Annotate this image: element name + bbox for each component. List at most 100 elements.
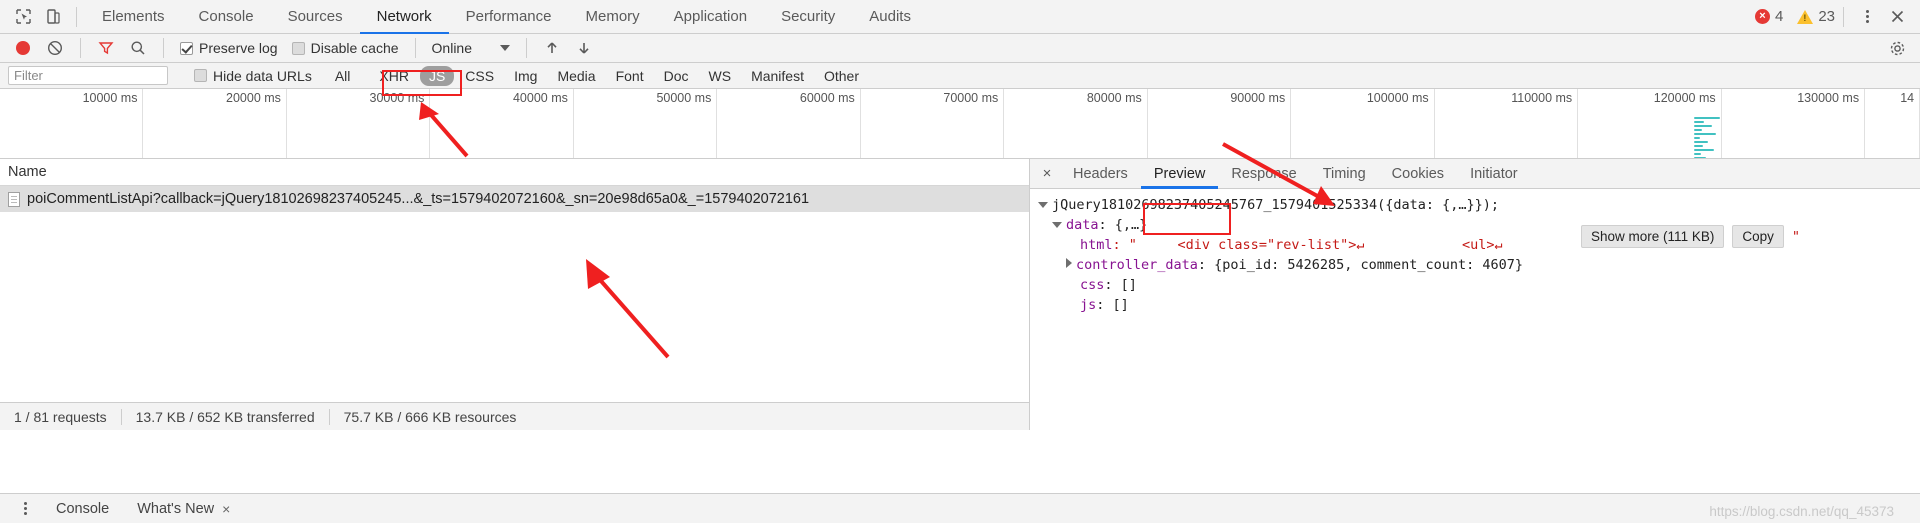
filter-icon[interactable] [91, 33, 121, 63]
filter-chip-other[interactable]: Other [815, 66, 868, 86]
filter-chip-media[interactable]: Media [548, 66, 604, 86]
tab-timing[interactable]: Timing [1310, 159, 1379, 189]
trailing-quote: " [1792, 227, 1800, 247]
ruler-tick-label: 80000 ms [1087, 91, 1142, 105]
jsonp-callback-name: jQuery18102698237405245767_1579401525334… [1052, 195, 1385, 215]
network-split: Name poiCommentListApi?callback=jQuery18… [0, 159, 1920, 430]
tab-console[interactable]: Console [182, 0, 271, 34]
js-value: : [] [1096, 295, 1129, 315]
error-count-badge[interactable]: × 4 [1755, 8, 1783, 25]
filter-chip-css[interactable]: CSS [456, 66, 503, 86]
drawer-more-icon[interactable] [10, 494, 40, 523]
hide-data-urls-checkbox[interactable]: Hide data URLs [188, 68, 318, 84]
disclosure-triangle-icon[interactable] [1038, 202, 1048, 208]
settings-gear-icon[interactable] [1882, 33, 1912, 63]
drawer-tab-console[interactable]: Console [44, 501, 121, 517]
request-list-panel: Name poiCommentListApi?callback=jQuery18… [0, 159, 1030, 430]
jsonp-terminator: ; [1491, 195, 1499, 215]
ruler-cell: 20000 ms [143, 89, 286, 158]
ruler-cell: 90000 ms [1148, 89, 1291, 158]
hide-data-urls-label: Hide data URLs [213, 68, 312, 84]
drawer-tab-whats-new[interactable]: What's New × [125, 501, 242, 517]
filter-chip-manifest[interactable]: Manifest [742, 66, 813, 86]
filter-chip-js[interactable]: JS [420, 66, 454, 86]
record-button[interactable] [8, 33, 38, 63]
preserve-log-label: Preserve log [199, 40, 278, 56]
ruler-tick-label: 50000 ms [656, 91, 711, 105]
disable-cache-checkbox[interactable]: Disable cache [286, 40, 405, 56]
inspect-element-icon[interactable] [8, 2, 38, 32]
close-icon[interactable]: × [222, 501, 230, 517]
js-key: js [1080, 295, 1096, 315]
status-resources: 75.7 KB / 666 KB resources [330, 409, 531, 425]
warning-count-badge[interactable]: 23 [1797, 8, 1835, 25]
filter-chip-ws[interactable]: WS [700, 66, 741, 86]
tab-headers[interactable]: Headers [1060, 159, 1141, 189]
preview-line-controller-data[interactable]: controller_data: {poi_id: 5426285, comme… [1038, 255, 1920, 275]
status-transferred: 13.7 KB / 652 KB transferred [122, 409, 330, 425]
filter-chip-all[interactable]: All [326, 66, 360, 86]
drawer-tab-whats-new-label: What's New [137, 501, 214, 517]
disable-cache-box [292, 42, 305, 55]
ruler-cell: 60000 ms [717, 89, 860, 158]
tab-memory[interactable]: Memory [569, 0, 657, 34]
import-har-icon[interactable] [537, 33, 567, 63]
css-key: css [1080, 275, 1104, 295]
disclosure-triangle-icon[interactable] [1066, 258, 1072, 268]
filter-input[interactable] [8, 66, 168, 85]
request-name: poiCommentListApi?callback=jQuery1810269… [27, 191, 809, 207]
column-header-name[interactable]: Name [0, 159, 1029, 186]
ruler-tick-label: 40000 ms [513, 91, 568, 105]
right-divider [1843, 7, 1844, 27]
tab-response[interactable]: Response [1218, 159, 1309, 189]
toolbar-divider [76, 7, 77, 27]
disclosure-triangle-icon[interactable] [1052, 222, 1062, 228]
preserve-log-checkbox[interactable]: Preserve log [174, 40, 284, 56]
close-devtools-icon[interactable] [1882, 2, 1912, 32]
copy-button[interactable]: Copy [1732, 225, 1784, 248]
network-overview[interactable]: 10000 ms 20000 ms 30000 ms 40000 ms 5000… [0, 89, 1920, 159]
export-har-icon[interactable] [569, 33, 599, 63]
detail-tabstrip: × Headers Preview Response Timing Cookie… [1030, 159, 1920, 189]
net-divider-2 [163, 38, 164, 58]
device-toolbar-icon[interactable] [38, 2, 68, 32]
tab-elements[interactable]: Elements [85, 0, 182, 34]
ruler-tick-label: 30000 ms [370, 91, 425, 105]
tabstrip-right-controls: × 4 23 [1755, 2, 1920, 32]
search-icon[interactable] [123, 33, 153, 63]
overview-request-bars [1694, 117, 1720, 159]
tab-cookies[interactable]: Cookies [1379, 159, 1457, 189]
preserve-log-box [180, 42, 193, 55]
filter-chip-img[interactable]: Img [505, 66, 546, 86]
tab-sources[interactable]: Sources [271, 0, 360, 34]
ruler-tick-label: 14 [1900, 91, 1914, 105]
preview-line-callback[interactable]: jQuery18102698237405245767_1579401525334… [1038, 195, 1920, 215]
clear-button[interactable] [40, 33, 70, 63]
throttling-select[interactable]: Online [426, 40, 516, 56]
ruler-cell: 40000 ms [430, 89, 573, 158]
ruler-cell: 14 [1865, 89, 1920, 158]
tab-network[interactable]: Network [360, 0, 449, 34]
filter-chip-doc[interactable]: Doc [655, 66, 698, 86]
filter-chip-xhr[interactable]: XHR [370, 66, 418, 86]
tab-performance[interactable]: Performance [449, 0, 569, 34]
table-row[interactable]: poiCommentListApi?callback=jQuery1810269… [0, 186, 1029, 212]
throttling-value: Online [432, 40, 472, 56]
tab-audits[interactable]: Audits [852, 0, 928, 34]
status-requests: 1 / 81 requests [0, 409, 122, 425]
ruler-tick-label: 20000 ms [226, 91, 281, 105]
tab-security[interactable]: Security [764, 0, 852, 34]
devtools-tabstrip: Elements Console Sources Network Perform… [0, 0, 1920, 34]
filter-chip-font[interactable]: Font [607, 66, 653, 86]
controller-data-value: : {poi_id: 5426285, comment_count: 4607} [1198, 255, 1523, 275]
error-count-label: 4 [1775, 8, 1783, 25]
more-options-icon[interactable] [1852, 2, 1882, 32]
warning-count-label: 23 [1818, 8, 1835, 25]
show-more-button[interactable]: Show more (111 KB) [1581, 225, 1724, 248]
close-detail-icon[interactable]: × [1034, 160, 1060, 188]
tab-initiator[interactable]: Initiator [1457, 159, 1531, 189]
ruler-tick-label: 130000 ms [1797, 91, 1859, 105]
ruler-tick-label: 100000 ms [1367, 91, 1429, 105]
tab-application[interactable]: Application [657, 0, 764, 34]
tab-preview[interactable]: Preview [1141, 159, 1219, 189]
